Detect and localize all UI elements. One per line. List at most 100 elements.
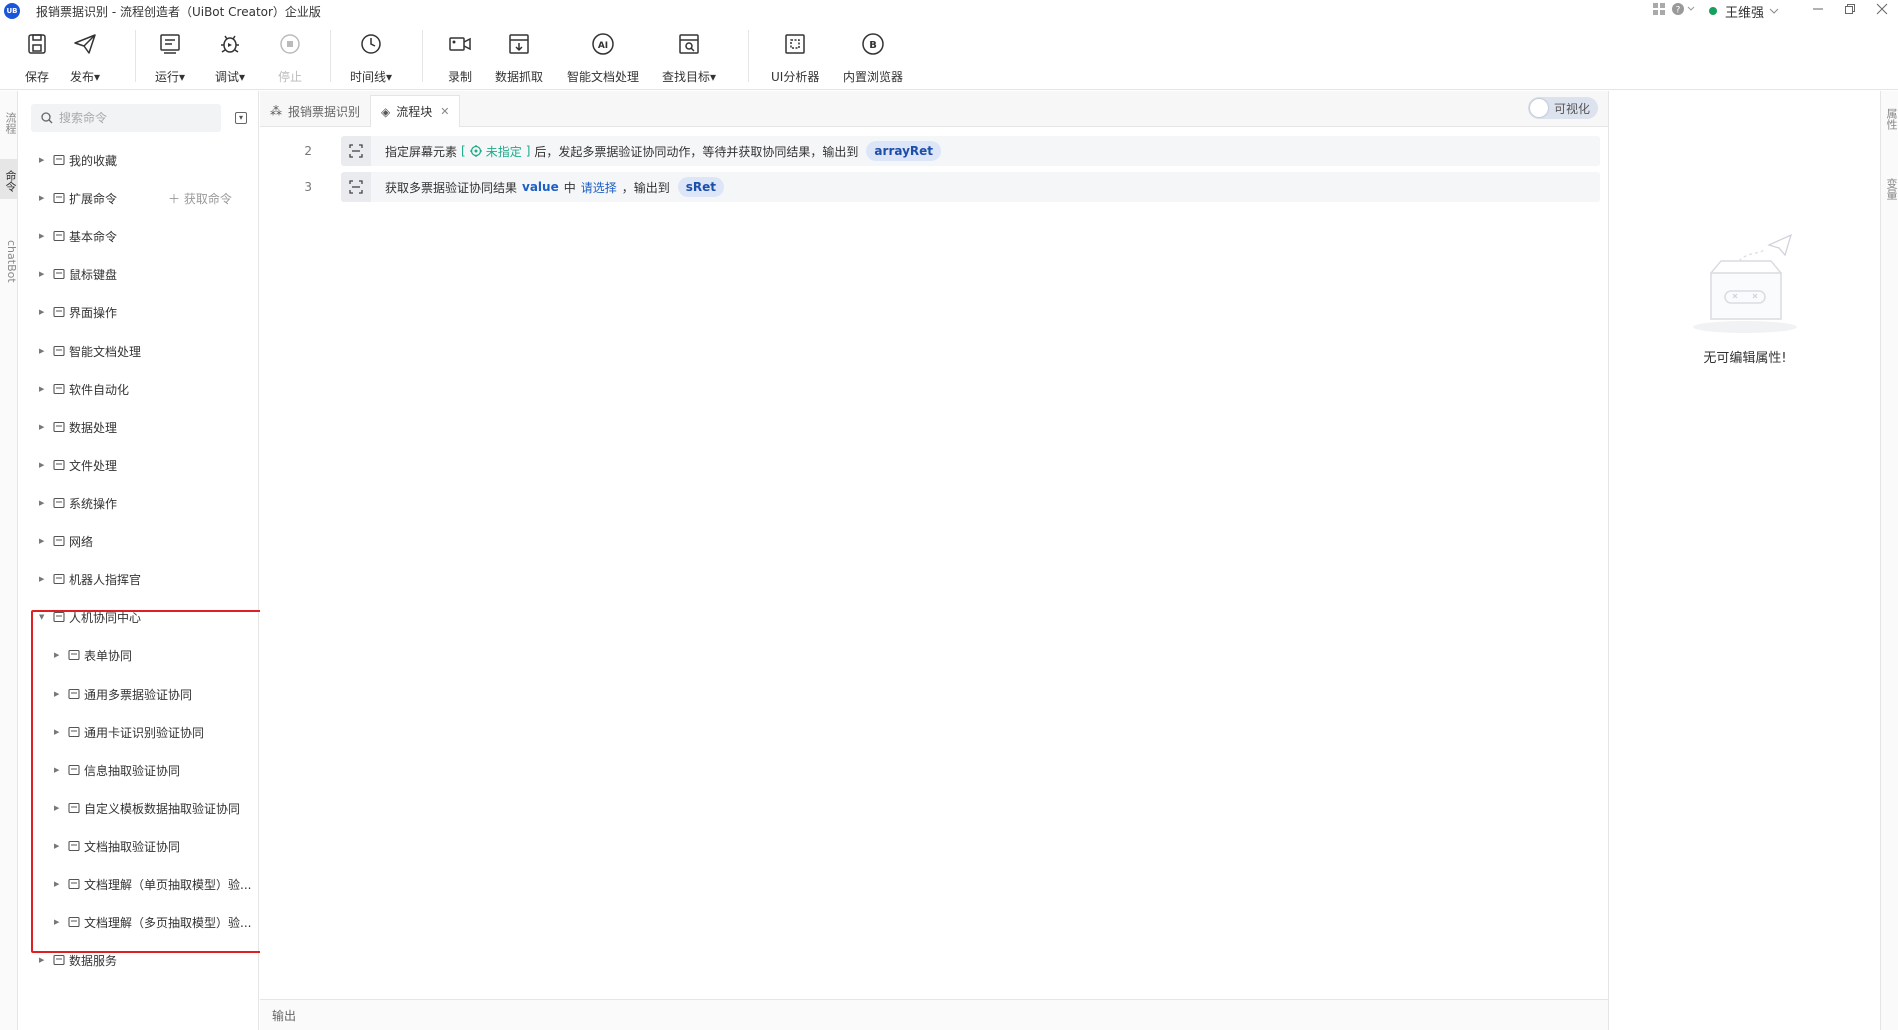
- caret-right-icon[interactable]: ▶: [39, 385, 49, 393]
- tree-item[interactable]: ▶ 软件自动化: [39, 379, 129, 399]
- tree-item[interactable]: ▶ 系统操作: [39, 493, 117, 513]
- find-target-button[interactable]: 查找目标▾: [662, 30, 716, 85]
- tree-item[interactable]: ▶ 我的收藏: [39, 150, 117, 170]
- tab-flow-block[interactable]: ◈ 流程块 ✕: [370, 95, 461, 127]
- tab-flow[interactable]: 流程: [0, 103, 18, 143]
- restore-icon[interactable]: [1834, 3, 1866, 19]
- output-panel-tab[interactable]: 输出: [260, 999, 1608, 1030]
- caret-right-icon[interactable]: ▶: [39, 308, 49, 316]
- window-title: 报销票据识别 - 流程创造者（UiBot Creator）企业版: [36, 4, 321, 19]
- debug-button[interactable]: 调试▾: [215, 30, 245, 85]
- visualize-toggle[interactable]: 可视化: [1528, 97, 1598, 119]
- right-side-tabs: 属性 变量: [1880, 91, 1898, 1030]
- caret-right-icon[interactable]: ▶: [39, 499, 49, 507]
- save-button[interactable]: 保存: [22, 30, 52, 85]
- highlight-annotation: [31, 610, 275, 953]
- tab-properties[interactable]: 属性: [1881, 101, 1898, 137]
- tree-item[interactable]: ▶ 文件处理: [39, 455, 117, 475]
- output-variable[interactable]: sRet: [677, 177, 725, 197]
- search-icon: [41, 112, 53, 124]
- tree-item[interactable]: ▶ 网络: [39, 531, 93, 551]
- ui-analyzer-button[interactable]: UI分析器: [771, 30, 819, 85]
- robot-icon: [53, 573, 65, 585]
- get-command-link[interactable]: ＋ 获取命令: [168, 190, 232, 207]
- user-menu[interactable]: 王维强: [1708, 2, 1780, 21]
- command-row[interactable]: 指定屏幕元素 [ 未指定 ] 后，发起多票据验证协同动作，等待并获取协同结果，输…: [341, 136, 1600, 166]
- search-input[interactable]: [59, 111, 209, 125]
- caret-right-icon[interactable]: ▶: [39, 194, 49, 202]
- save-icon: [22, 30, 52, 58]
- smart-doc-button[interactable]: AI 智能文档处理: [567, 30, 639, 85]
- caret-right-icon[interactable]: ▶: [39, 232, 49, 240]
- toggle-knob: [1530, 99, 1548, 117]
- command-search[interactable]: [31, 104, 221, 132]
- plus-icon: ＋: [168, 191, 184, 206]
- tree-item-label: 系统操作: [69, 496, 118, 511]
- automation-icon: [53, 383, 65, 395]
- target-selector[interactable]: 未指定: [469, 143, 522, 160]
- tree-item[interactable]: ▶ 基本命令: [39, 226, 117, 246]
- close-icon[interactable]: [1866, 3, 1898, 19]
- properties-panel: 无可编辑属性!: [1608, 91, 1880, 1030]
- publish-button[interactable]: 发布▾: [70, 30, 100, 85]
- code-line[interactable]: 2 指定屏幕元素 [ 未指定 ] 后，发起多票据验证协同动作，等待并获取协同结果…: [260, 136, 1600, 166]
- paper-plane-icon: [70, 30, 100, 58]
- tree-item-label: 我的收藏: [69, 153, 118, 168]
- title-bar: UB 报销票据识别 - 流程创造者（UiBot Creator）企业版 ? 王维…: [0, 0, 1898, 22]
- tree-item[interactable]: ▶ 界面操作: [39, 302, 117, 322]
- tree-item[interactable]: ▶ 数据处理: [39, 417, 117, 437]
- caret-right-icon[interactable]: ▶: [39, 575, 49, 583]
- data-scrape-button[interactable]: 数据抓取: [495, 30, 543, 85]
- close-tab-icon[interactable]: ✕: [440, 105, 449, 118]
- minimize-icon[interactable]: [1802, 3, 1834, 19]
- tree-item-label: 智能文档处理: [69, 344, 142, 359]
- left-side-tabs: 流程 命令 chatBot: [0, 91, 18, 1030]
- command-row[interactable]: 获取多票据验证协同结果 value 中 请选择 ，输出到 sRet: [341, 172, 1600, 202]
- record-button[interactable]: 录制: [445, 30, 475, 85]
- ai-doc-icon: [53, 345, 65, 357]
- tree-item[interactable]: ▶ 机器人指挥官: [39, 569, 141, 589]
- stop-button[interactable]: 停止: [275, 30, 305, 85]
- editor-area: ⁂ 报销票据识别 ◈ 流程块 ✕ 可视化 2 指定屏幕元素 [ 未指定 ] 后，…: [260, 91, 1608, 1030]
- toolbar-divider: [135, 30, 136, 82]
- caret-right-icon[interactable]: ▶: [39, 461, 49, 469]
- tree-item-label: 界面操作: [69, 305, 118, 320]
- help-icon[interactable]: ?: [1671, 2, 1695, 20]
- scan-icon: [341, 172, 371, 202]
- timeline-button[interactable]: 时间线▾: [350, 30, 392, 85]
- tree-item[interactable]: ▶ 数据服务: [39, 950, 117, 970]
- tab-chatbot[interactable]: chatBot: [0, 233, 18, 289]
- tree-item-label: 软件自动化: [69, 382, 130, 397]
- select-link[interactable]: 请选择: [581, 179, 617, 196]
- chart-icon: [53, 954, 65, 966]
- run-icon: [155, 30, 185, 58]
- find-target-icon: [674, 30, 704, 58]
- main-toolbar: 保存 发布▾ 运行▾ 调试▾ 停止 时间线▾ 录制 数据抓取 AI 智能文档处理…: [0, 22, 1898, 90]
- tree-item-label: 机器人指挥官: [69, 572, 142, 587]
- tab-variables[interactable]: 变量: [1881, 171, 1898, 207]
- empty-box-illustration: [1689, 231, 1809, 341]
- tree-item[interactable]: ▶ 扩展命令 ＋ 获取命令: [39, 188, 232, 208]
- builtin-browser-button[interactable]: B 内置浏览器: [843, 30, 903, 85]
- user-name: 王维强: [1724, 5, 1764, 21]
- output-variable[interactable]: arrayRet: [866, 141, 942, 161]
- keyword-value[interactable]: value: [522, 180, 559, 194]
- caret-right-icon[interactable]: ▶: [39, 423, 49, 431]
- caret-right-icon[interactable]: ▶: [39, 537, 49, 545]
- toolbar-divider: [422, 30, 423, 82]
- tab-process[interactable]: ⁂ 报销票据识别: [260, 95, 370, 127]
- collapse-all-icon[interactable]: ▾: [235, 112, 247, 124]
- code-line[interactable]: 3 获取多票据验证协同结果 value 中 请选择 ，输出到 sRet: [260, 172, 1600, 202]
- run-button[interactable]: 运行▾: [155, 30, 185, 85]
- tree-item[interactable]: ▶ 智能文档处理: [39, 341, 141, 361]
- tree-item-label: 数据服务: [69, 953, 118, 968]
- caret-right-icon[interactable]: ▶: [39, 347, 49, 355]
- apps-icon[interactable]: [1647, 2, 1671, 20]
- svg-text:?: ?: [1676, 6, 1681, 16]
- tree-item[interactable]: ▶ 鼠标键盘: [39, 264, 117, 284]
- caret-right-icon[interactable]: ▶: [39, 156, 49, 164]
- caret-right-icon[interactable]: ▶: [39, 270, 49, 278]
- caret-right-icon[interactable]: ▶: [39, 956, 49, 964]
- tab-commands[interactable]: 命令: [0, 159, 18, 199]
- tree-item-label: 基本命令: [69, 229, 118, 244]
